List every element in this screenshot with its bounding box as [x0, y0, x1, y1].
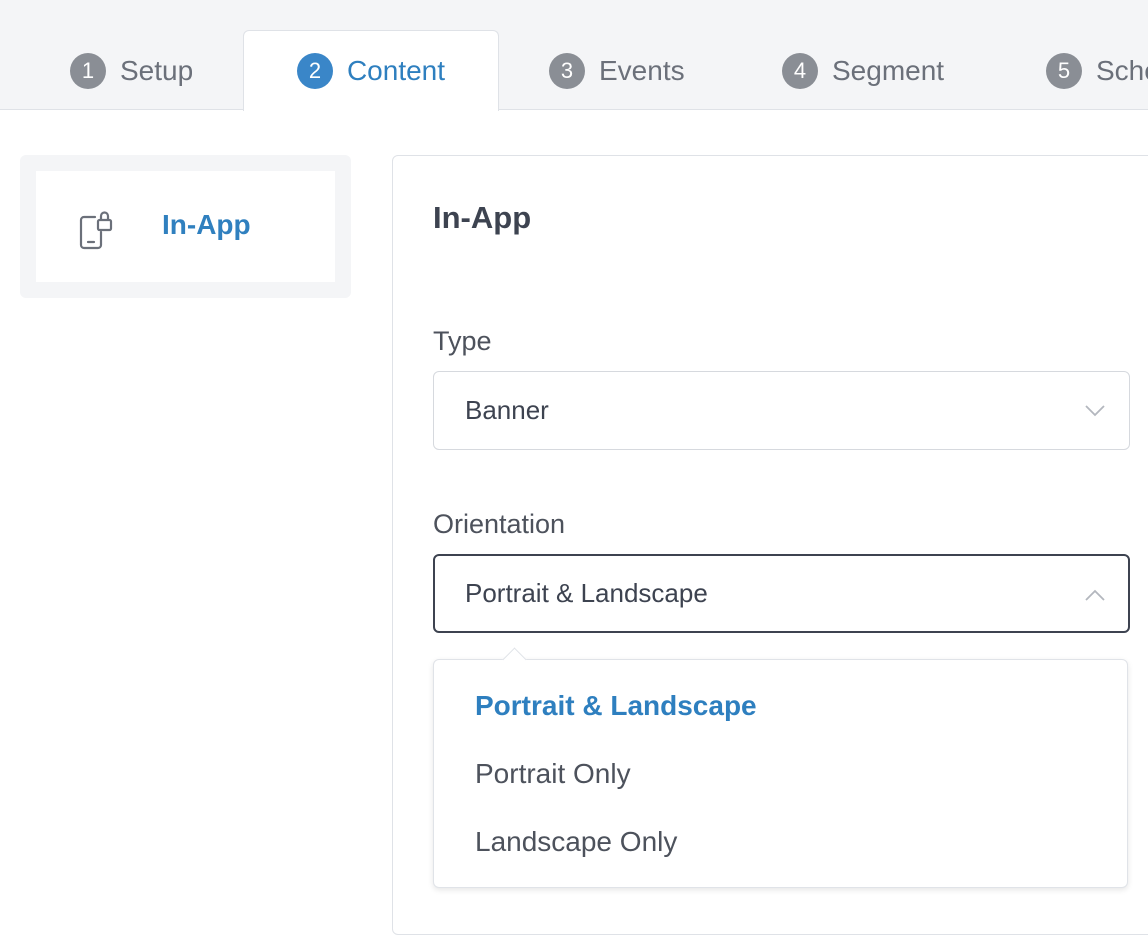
tab-events[interactable]: 3 Events — [549, 32, 685, 110]
step-number-badge: 5 — [1046, 53, 1082, 89]
option-landscape-only[interactable]: Landscape Only — [475, 826, 677, 858]
step-tabs: 1 Setup 2 Content 3 Events 4 Segment 5 S… — [0, 0, 1148, 111]
chevron-down-icon — [1085, 405, 1105, 417]
tab-label: Content — [346, 55, 446, 86]
chevron-up-icon — [1085, 589, 1105, 601]
channel-sidebar: In-App — [20, 155, 351, 298]
tab-label: Sche — [1096, 55, 1148, 86]
panel-title: In-App — [433, 200, 532, 235]
option-portrait-only[interactable]: Portrait Only — [475, 758, 631, 790]
tab-schedule[interactable]: 5 Sche — [1046, 32, 1148, 110]
orientation-select[interactable]: Portrait & Landscape — [433, 554, 1130, 633]
tab-content[interactable]: 2 Content — [243, 30, 499, 111]
orientation-label: Orientation — [433, 509, 566, 539]
type-select[interactable]: Banner — [433, 371, 1130, 450]
tab-segment[interactable]: 4 Segment — [782, 32, 944, 110]
sidebar-item-label: In-App — [162, 209, 251, 240]
orientation-dropdown-menu: Portrait & Landscape Portrait Only Lands… — [433, 647, 1128, 888]
orientation-value: Portrait & Landscape — [465, 578, 708, 608]
step-number-badge: 4 — [782, 53, 818, 89]
sidebar-item-in-app[interactable]: In-App — [36, 171, 335, 282]
tab-label: Setup — [120, 55, 194, 86]
tab-label: Events — [599, 55, 685, 86]
step-number-badge: 2 — [296, 53, 333, 89]
type-label: Type — [433, 326, 492, 356]
tab-label: Segment — [832, 55, 945, 86]
type-value: Banner — [465, 395, 549, 425]
option-portrait-landscape[interactable]: Portrait & Landscape — [475, 690, 757, 722]
tab-setup[interactable]: 1 Setup — [70, 32, 193, 110]
step-number-badge: 3 — [549, 53, 585, 89]
step-number-badge: 1 — [70, 53, 106, 89]
mobile-lock-icon — [79, 211, 113, 250]
